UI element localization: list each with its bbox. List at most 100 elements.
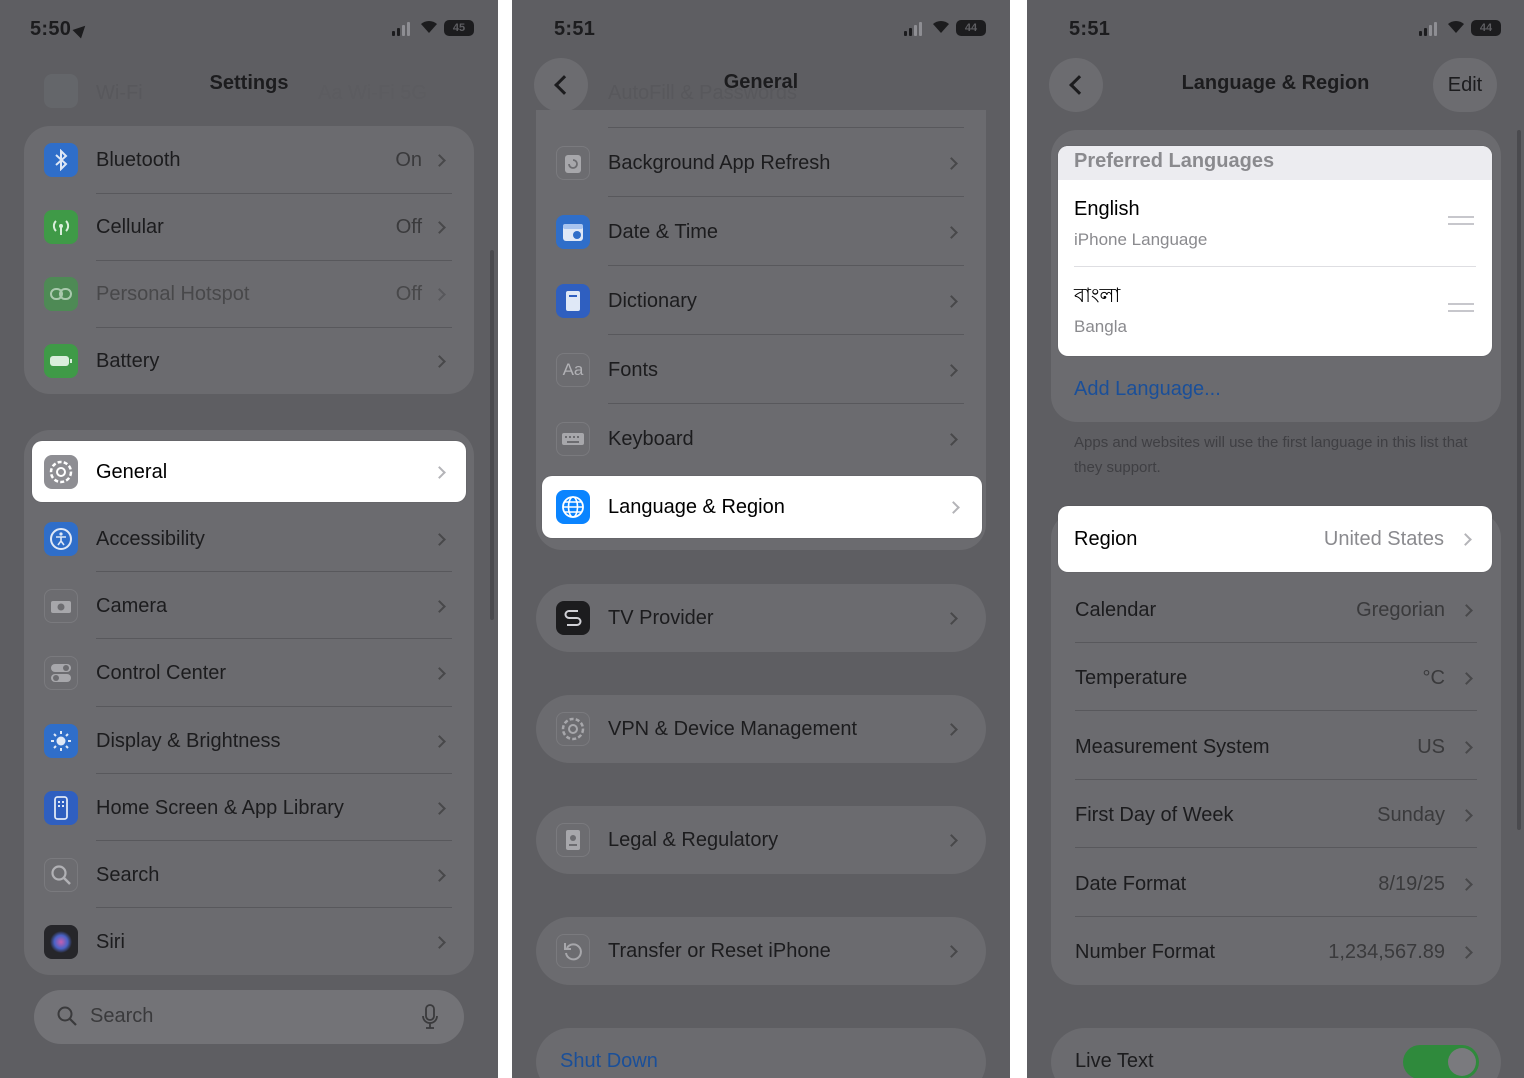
language-subtitle: iPhone Language <box>1074 230 1208 249</box>
signal-icon <box>904 22 922 36</box>
reorder-handle-icon[interactable] <box>1448 216 1474 225</box>
chevron-right-icon <box>433 868 446 882</box>
row-label: Battery <box>96 349 160 372</box>
settings-row-bluetooth[interactable]: Bluetooth On <box>24 126 474 194</box>
shutdown-group: Shut Down <box>536 1028 986 1078</box>
row-label: Dictionary <box>608 289 697 312</box>
divider <box>1075 916 1477 917</box>
settings-row-personal-hotspot[interactable]: Personal Hotspot Off <box>24 260 474 328</box>
settings-row-fonts[interactable]: Aa Fonts <box>536 336 986 404</box>
settings-row-display-brightness[interactable]: Display & Brightness <box>24 707 474 775</box>
settings-row-cellular[interactable]: Cellular Off <box>24 193 474 261</box>
settings-row-date-time[interactable]: Date & Time <box>536 198 986 266</box>
chevron-right-icon <box>945 611 958 625</box>
chevron-right-icon <box>1460 671 1473 685</box>
settings-row-first-day[interactable]: First Day of Week Sunday <box>1051 781 1501 849</box>
live-text-label: Live Text <box>1075 1050 1154 1072</box>
row-label: Cellular <box>96 215 164 238</box>
settings-row-number-format[interactable]: Number Format 1,234,567.89 <box>1051 918 1501 986</box>
row-value: On <box>395 148 422 171</box>
magnifier-icon <box>44 858 78 892</box>
settings-row-home-screen[interactable]: Home Screen & App Library <box>24 774 474 842</box>
chevron-right-icon <box>433 532 446 546</box>
wifi-icon <box>933 20 949 33</box>
edit-button[interactable]: Edit <box>1433 58 1497 112</box>
shut-down-button[interactable]: Shut Down <box>560 1050 658 1073</box>
legal-group: Legal & Regulatory <box>536 806 986 874</box>
row-label: VPN & Device Management <box>608 717 858 740</box>
divider <box>1075 642 1477 643</box>
status-bar: 5:51 44 <box>1027 0 1524 56</box>
wifi-icon <box>421 20 437 33</box>
divider <box>608 127 964 128</box>
chevron-right-icon <box>433 465 446 479</box>
page-title: Settings <box>209 72 289 94</box>
chevron-right-icon <box>433 354 446 368</box>
chevron-right-icon <box>945 363 958 377</box>
transfer-group: Transfer or Reset iPhone <box>536 917 986 985</box>
status-time: 5:51 <box>554 18 596 40</box>
live-text-group: Live Text <box>1051 1028 1501 1078</box>
siri-icon <box>44 925 78 959</box>
cellular-icon <box>44 210 78 244</box>
settings-row-control-center[interactable]: Control Center <box>24 639 474 707</box>
row-label: Date & Time <box>608 220 719 243</box>
status-bar: 5:51 44 <box>512 0 1010 56</box>
search-bar[interactable]: Search <box>34 990 464 1044</box>
settings-row-region[interactable]: Region United States <box>1058 506 1492 572</box>
settings-row-transfer-reset[interactable]: Transfer or Reset iPhone <box>536 917 986 985</box>
settings-row-battery[interactable]: Battery <box>24 327 474 394</box>
settings-row-calendar[interactable]: Calendar Gregorian <box>1051 576 1501 644</box>
settings-row-vpn[interactable]: VPN & Device Management <box>536 695 986 763</box>
status-time: 5:51 <box>1069 18 1111 40</box>
chevron-right-icon <box>945 294 958 308</box>
chevron-left-icon <box>554 75 574 95</box>
row-label: Number Format <box>1075 940 1216 963</box>
signal-icon <box>392 22 410 36</box>
row-label: Keyboard <box>608 427 694 450</box>
chevron-right-icon <box>945 156 958 170</box>
settings-row-dictionary[interactable]: Dictionary <box>536 267 986 335</box>
gear-icon <box>556 712 590 746</box>
preferred-languages-panel: Preferred Languages English iPhone Langu… <box>1058 146 1492 356</box>
settings-row-tv-provider[interactable]: TV Provider <box>536 584 986 652</box>
settings-row-search[interactable]: Search <box>24 841 474 909</box>
reorder-handle-icon[interactable] <box>1448 303 1474 312</box>
settings-row-camera[interactable]: Camera <box>24 572 474 640</box>
settings-row-measurement[interactable]: Measurement System US <box>1051 713 1501 781</box>
microphone-icon[interactable] <box>422 1004 438 1030</box>
settings-row-general[interactable]: General <box>32 441 466 502</box>
tv-provider-icon <box>556 601 590 635</box>
live-text-toggle[interactable] <box>1403 1045 1479 1078</box>
settings-row-siri[interactable]: Siri <box>24 908 474 976</box>
settings-row-legal[interactable]: Legal & Regulatory <box>536 806 986 874</box>
battery-status-icon: 44 <box>956 20 986 36</box>
settings-row-background-refresh[interactable]: Background App Refresh <box>536 129 986 197</box>
scroll-indicator[interactable] <box>1517 130 1521 830</box>
back-button[interactable] <box>534 58 588 112</box>
row-label: General <box>96 460 168 483</box>
language-row-bangla[interactable]: বাংলা Bangla <box>1058 267 1492 355</box>
row-label: Region <box>1074 527 1138 550</box>
row-label: Measurement System <box>1075 735 1270 758</box>
location-arrow-icon <box>72 21 90 39</box>
gear-icon <box>44 455 78 489</box>
add-language-button[interactable]: Add Language... <box>1074 378 1221 401</box>
scroll-indicator[interactable] <box>490 250 494 620</box>
settings-row-accessibility[interactable]: Accessibility <box>24 505 474 573</box>
divider <box>1075 710 1477 711</box>
settings-row-keyboard[interactable]: Keyboard <box>536 405 986 473</box>
language-row-english[interactable]: English iPhone Language <box>1058 180 1492 268</box>
chevron-right-icon <box>945 722 958 736</box>
settings-row-language-region[interactable]: Language & Region <box>542 476 982 538</box>
refresh-icon <box>556 146 590 180</box>
row-label: Bluetooth <box>96 148 181 171</box>
chevron-right-icon <box>947 500 960 514</box>
row-label: Temperature <box>1075 666 1188 689</box>
divider <box>608 196 964 197</box>
settings-row-temperature[interactable]: Temperature °C <box>1051 644 1501 712</box>
settings-row-date-format[interactable]: Date Format 8/19/25 <box>1051 850 1501 918</box>
search-placeholder: Search <box>90 1005 154 1027</box>
wifi-icon <box>1448 20 1464 33</box>
toggle-knob <box>1448 1048 1476 1076</box>
